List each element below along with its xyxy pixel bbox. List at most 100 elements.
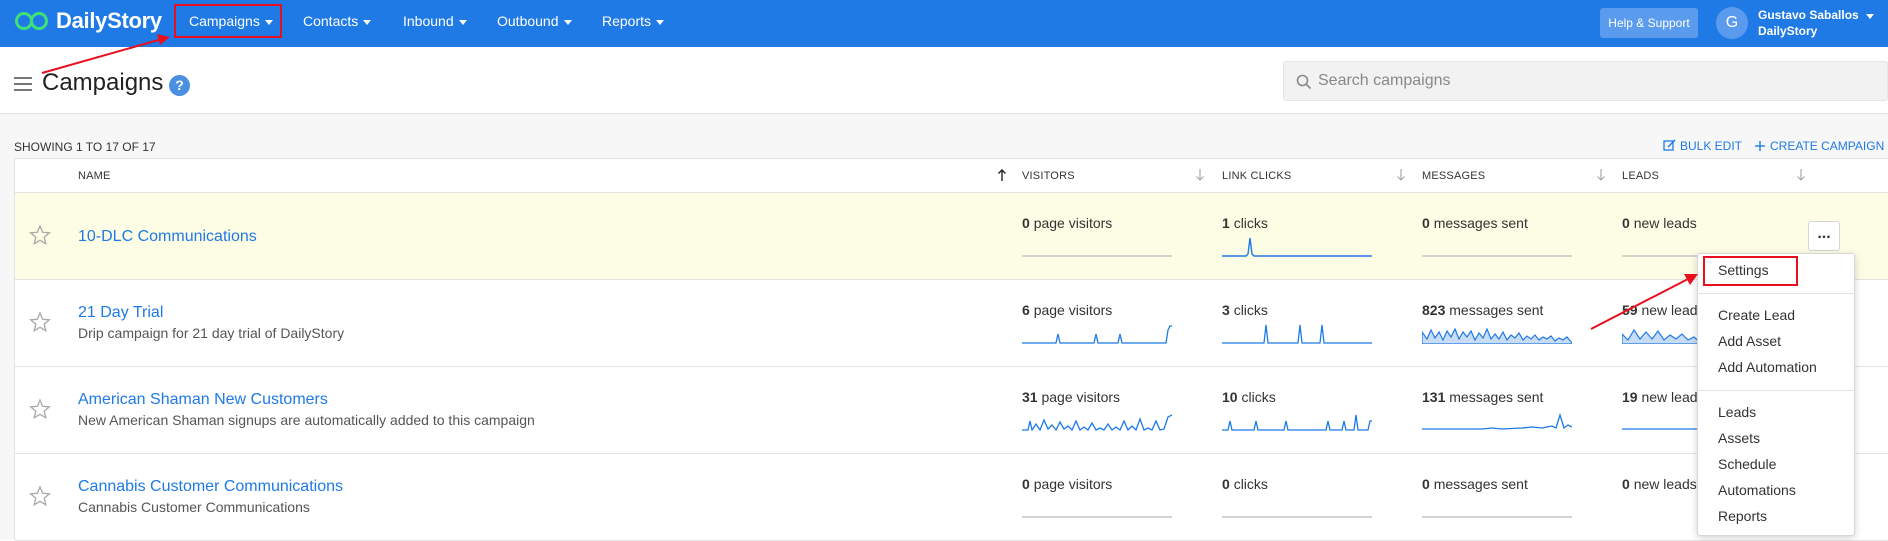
bulk-edit-link[interactable]: BULK EDIT [1663,139,1742,153]
edit-icon [1663,139,1676,151]
chevron-down-icon [563,19,572,25]
messages-metric: 0 messages sent [1422,476,1528,492]
top-navbar: DailyStory Campaigns Contacts Inbound Ou… [0,0,1888,47]
search-input[interactable] [1318,62,1878,100]
sort-down-icon[interactable] [1796,168,1806,182]
table-row[interactable]: American Shaman New Customers New Americ… [15,367,1888,454]
star-icon[interactable] [29,398,51,420]
showing-count: SHOWING 1 TO 17 OF 17 [14,140,156,154]
campaign-name-link[interactable]: American Shaman New Customers [78,391,328,409]
table-row[interactable]: 10-DLC Communications 0 page visitors 1 … [15,193,1888,280]
messages-metric: 131 messages sent [1422,389,1544,405]
chevron-down-icon[interactable] [1866,14,1874,19]
nav-contacts-label: Contacts [303,13,359,29]
sort-down-icon[interactable] [1396,168,1406,182]
menu-item-schedule[interactable]: Schedule [1718,456,1776,472]
chevron-down-icon [656,19,665,25]
help-support-button[interactable]: Help & Support [1600,8,1698,38]
campaign-description: Drip campaign for 21 day trial of DailyS… [78,325,345,341]
clicks-metric: 1 clicks [1222,215,1268,231]
menu-item-add-asset[interactable]: Add Asset [1718,333,1781,349]
leads-metric: 19 new leads [1622,389,1705,405]
table-row[interactable]: 21 Day Trial Drip campaign for 21 day tr… [15,280,1888,367]
campaign-description: New American Shaman signups are automati… [78,412,535,428]
nav-reports[interactable]: Reports [602,13,665,29]
campaign-name-link[interactable]: 10-DLC Communications [78,228,257,246]
clicks-sparkline [1222,237,1372,257]
messages-sparkline [1422,412,1572,430]
visitors-sparkline [1022,414,1172,431]
star-icon[interactable] [29,224,51,246]
star-icon[interactable] [29,485,51,507]
menu-icon[interactable] [14,77,32,91]
campaign-description: Cannabis Customer Communications [78,499,310,515]
page-title: Campaigns [42,69,164,96]
annotation-highlight-settings [1703,256,1798,286]
menu-item-leads[interactable]: Leads [1718,404,1756,420]
nav-outbound[interactable]: Outbound [497,13,572,29]
star-icon[interactable] [29,311,51,333]
col-leads[interactable]: LEADS [1622,170,1659,182]
menu-divider [1698,390,1854,391]
sort-down-icon[interactable] [1195,168,1205,182]
nav-inbound-label: Inbound [403,13,454,29]
search-icon [1296,74,1312,90]
visitors-sparkline [1022,325,1172,344]
sort-up-icon[interactable] [997,168,1007,182]
search-box [1283,61,1888,101]
leads-metric: 0 new leads [1622,476,1697,492]
col-link-clicks[interactable]: LINK CLICKS [1222,170,1291,182]
logo-text: DailyStory [56,8,162,33]
messages-metric: 0 messages sent [1422,215,1528,231]
messages-sparkline [1422,255,1572,257]
col-messages[interactable]: MESSAGES [1422,170,1485,182]
table-header: NAME VISITORS LINK CLICKS MESSAGES LEADS [15,159,1888,193]
bulk-edit-label: BULK EDIT [1680,139,1743,153]
clicks-sparkline [1222,516,1372,518]
logo-icon [15,12,48,30]
menu-item-reports[interactable]: Reports [1718,508,1767,524]
sort-down-icon[interactable] [1596,168,1606,182]
visitors-metric: 31 page visitors [1022,389,1121,405]
chevron-down-icon [458,19,467,25]
create-campaign-link[interactable]: CREATE CAMPAIGN [1754,139,1884,153]
row-options-menu: Settings Create Lead Add Asset Add Autom… [1697,253,1855,536]
visitors-metric: 0 page visitors [1022,476,1113,492]
clicks-metric: 3 clicks [1222,302,1268,318]
menu-item-automations[interactable]: Automations [1718,482,1796,498]
dailystory-logo[interactable]: DailyStory [14,8,162,33]
menu-item-create-lead[interactable]: Create Lead [1718,307,1795,323]
create-campaign-label: CREATE CAMPAIGN [1770,139,1885,153]
menu-item-assets[interactable]: Assets [1718,430,1760,446]
messages-sparkline [1422,516,1572,518]
clicks-sparkline [1222,324,1372,344]
table-row[interactable]: Cannabis Customer Communications Cannabi… [15,454,1888,541]
menu-item-add-automation[interactable]: Add Automation [1718,359,1817,375]
row-options-button[interactable]: ... [1808,221,1840,251]
menu-divider [1698,293,1854,294]
plus-icon [1755,141,1765,151]
chevron-down-icon [363,19,372,25]
help-icon[interactable]: ? [169,75,190,96]
campaign-name-link[interactable]: Cannabis Customer Communications [78,478,343,496]
nav-contacts[interactable]: Contacts [303,13,372,29]
clicks-metric: 10 clicks [1222,389,1276,405]
main-content: SHOWING 1 TO 17 OF 17 BULK EDIT CREATE C… [0,114,1888,541]
col-visitors[interactable]: VISITORS [1022,170,1075,182]
nav-inbound[interactable]: Inbound [403,13,467,29]
messages-metric: 823 messages sent [1422,302,1544,318]
visitors-sparkline [1022,255,1172,257]
leads-metric: 0 new leads [1622,215,1697,231]
campaign-name-link[interactable]: 21 Day Trial [78,304,163,322]
messages-sparkline [1422,327,1572,344]
nav-reports-label: Reports [602,13,652,29]
user-org[interactable]: DailyStory [1758,24,1817,38]
annotation-highlight-campaigns [174,4,282,38]
page-header: Campaigns ? [0,47,1888,114]
clicks-sparkline [1222,414,1372,431]
visitors-metric: 0 page visitors [1022,215,1113,231]
col-name[interactable]: NAME [78,170,111,182]
visitors-sparkline [1022,516,1172,518]
user-name[interactable]: Gustavo Saballos [1758,8,1859,22]
avatar[interactable]: G [1716,7,1748,39]
